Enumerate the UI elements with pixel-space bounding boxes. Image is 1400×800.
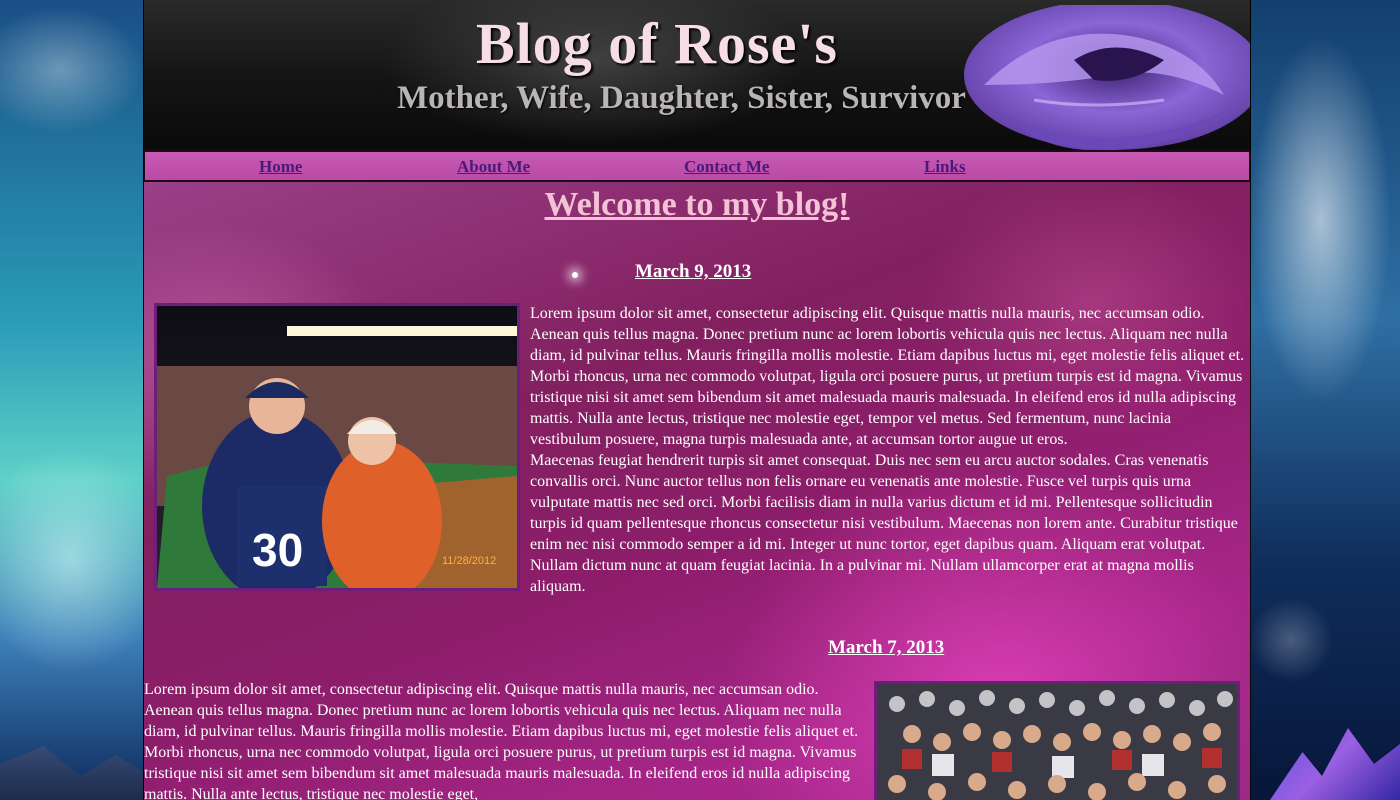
sparkle-decoration [572, 272, 578, 278]
post-body: Lorem ipsum dolor sit amet, consectetur … [144, 679, 862, 800]
background-right-sky [1251, 0, 1400, 800]
post-paragraph: Lorem ipsum dolor sit amet, consectetur … [530, 305, 1245, 448]
page-container: Blog of Rose's Mother, Wife, Daughter, S… [143, 0, 1251, 800]
post-paragraph: Maecenas feugiat hendrerit turpis sit am… [530, 452, 1238, 595]
nav-link-home[interactable]: Home [259, 157, 302, 177]
background-crystal [1270, 728, 1400, 800]
post-date: March 7, 2013 [828, 637, 945, 658]
post-photo-broncos-couple: 30 11/28/2012 [154, 303, 520, 591]
post-body: Lorem ipsum dolor sit amet, consectetur … [530, 303, 1246, 597]
welcome-heading: Welcome to my blog! [544, 186, 850, 223]
site-subtitle: Mother, Wife, Daughter, Sister, Survivor [397, 80, 966, 116]
site-title: Blog of Rose's [476, 11, 838, 76]
background-mountain [0, 746, 145, 800]
nav-link-about-me[interactable]: About Me [457, 157, 530, 177]
main-content: Welcome to my blog! March 9, 2013 30 11/… [144, 182, 1250, 800]
post-date: March 9, 2013 [635, 261, 752, 282]
header-banner: Blog of Rose's Mother, Wife, Daughter, S… [144, 0, 1250, 150]
svg-text:30: 30 [252, 524, 303, 576]
nav-bar: Home About Me Contact Me Links [144, 150, 1250, 182]
background-left-sky [0, 0, 145, 800]
nav-link-links[interactable]: Links [924, 157, 966, 177]
nav-link-contact-me[interactable]: Contact Me [684, 157, 769, 177]
post-photo-crowd [874, 681, 1240, 800]
post-paragraph: Lorem ipsum dolor sit amet, consectetur … [144, 681, 859, 800]
photo-timestamp: 11/28/2012 [442, 555, 496, 567]
